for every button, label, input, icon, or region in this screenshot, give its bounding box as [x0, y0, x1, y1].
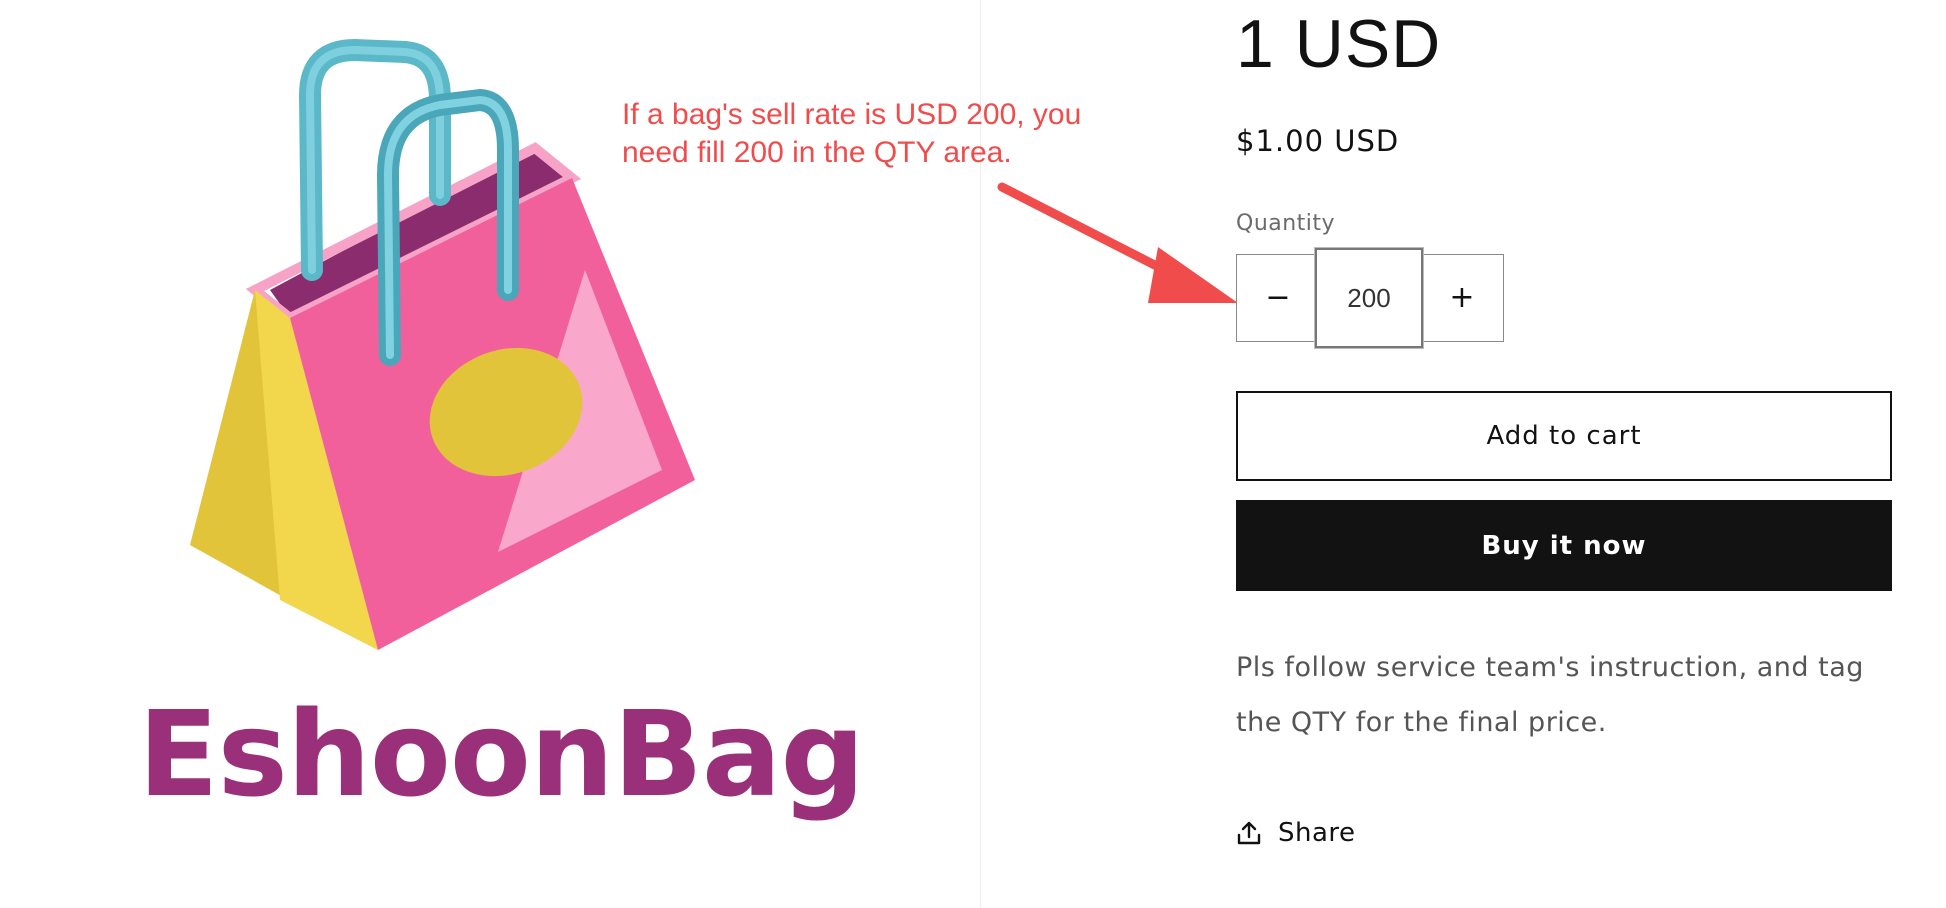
quantity-label: Quantity [1236, 211, 1336, 236]
quantity-increase-button[interactable]: + [1421, 255, 1503, 340]
product-title: 1 USD [1236, 6, 1442, 82]
annotation-arrow-icon [997, 182, 1238, 303]
quantity-decrease-button[interactable]: − [1237, 255, 1319, 340]
quantity-stepper: − 200 + [1236, 248, 1504, 348]
annotation-note: If a bag's sell rate is USD 200, you nee… [622, 98, 1082, 169]
add-to-cart-button[interactable]: Add to cart [1236, 391, 1892, 481]
quantity-input[interactable]: 200 [1315, 248, 1423, 348]
share-icon [1237, 821, 1261, 845]
product-description: Pls follow service team's instruction, a… [1236, 652, 1864, 738]
share-button[interactable]: Share [1236, 818, 1356, 848]
buy-it-now-button[interactable]: Buy it now [1236, 500, 1892, 591]
product-price: $1.00 USD [1236, 124, 1400, 158]
product-page: EshoonBag If a bag's sell rate is USD 20… [0, 0, 1946, 908]
brand-logo-text: EshoonBag [138, 685, 865, 823]
share-label: Share [1278, 818, 1356, 848]
